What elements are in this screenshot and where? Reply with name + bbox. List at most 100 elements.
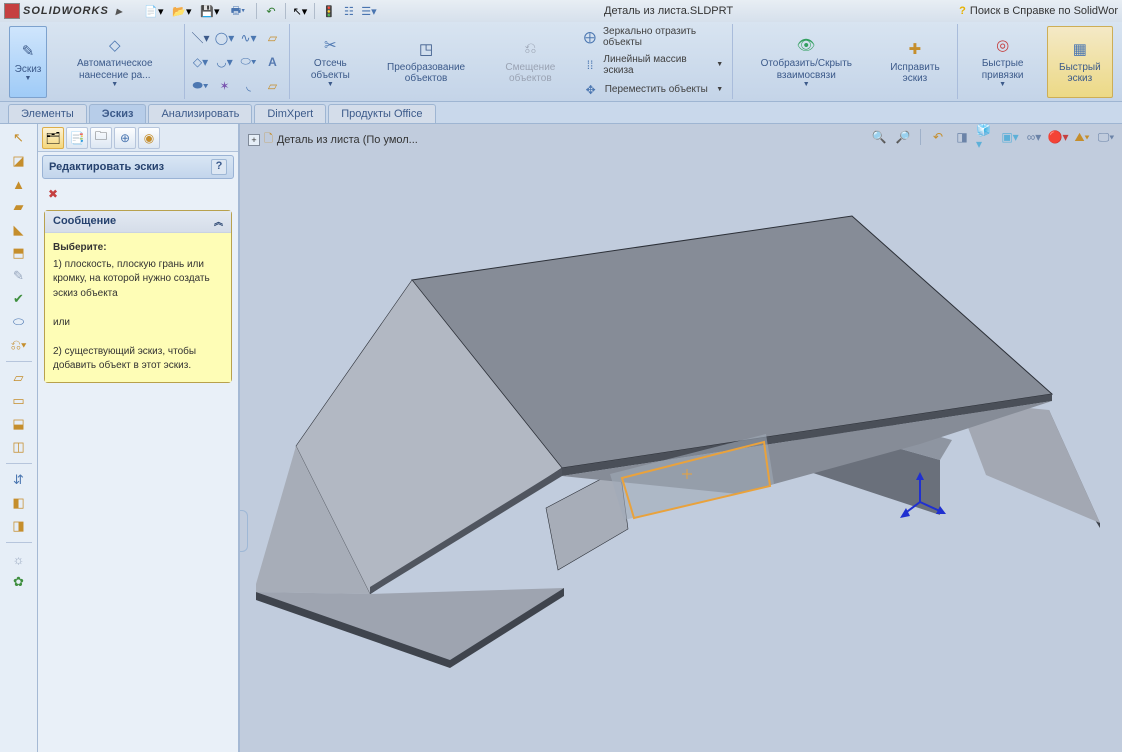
trim-button[interactable]: ✂ Отсечь объекты ▼ <box>295 26 367 98</box>
app-name: SOLIDWORKS <box>23 5 109 17</box>
sketch-button[interactable]: ✎ Эскиз ▼ <box>9 26 47 98</box>
fm-header-label: Редактировать эскиз <box>49 161 164 173</box>
toolbar-separator <box>6 361 32 362</box>
undo-button[interactable]: ↶ <box>262 2 280 20</box>
qat-separator <box>256 3 257 19</box>
polygon-icon[interactable]: ◇▾ <box>190 51 212 73</box>
feature6-icon[interactable]: ✎ <box>9 266 29 286</box>
fm-tabs: 🗂 📑 🗀 ⊕ ◉ <box>38 124 238 152</box>
feature4-icon[interactable]: ◣ <box>9 220 29 240</box>
arc-icon[interactable]: ◡▾ <box>214 51 236 73</box>
sketch-icon: ✎ <box>18 41 38 61</box>
feature18-icon[interactable]: ✿ <box>9 572 29 592</box>
options-button[interactable]: ☷ <box>340 2 358 20</box>
print-button[interactable]: 🖶▾ <box>225 2 251 20</box>
feature13-icon[interactable]: ◫ <box>9 437 29 457</box>
trim-icon: ✂ <box>320 35 340 55</box>
app-logo[interactable]: SOLIDWORKS ▶ <box>4 3 123 19</box>
feature8-icon[interactable]: ⬭ <box>9 312 29 332</box>
move-button[interactable]: ✥Переместить объекты▼ <box>579 80 728 100</box>
ribbon-group-relations: 👁 Отобразить/Скрыть взаимосвязи ▼ ✚ Испр… <box>733 24 957 99</box>
slot-icon[interactable]: ⬬▾ <box>190 75 212 97</box>
solidworks-icon <box>4 3 20 19</box>
command-manager-tabs: Элементы Эскиз Анализировать DimXpert Пр… <box>0 102 1122 124</box>
text-icon[interactable]: A <box>262 51 284 73</box>
cancel-button[interactable]: ✖ <box>44 185 62 203</box>
circle-icon[interactable]: ◯▾ <box>214 27 236 49</box>
fm-panel-header: Редактировать эскиз ? <box>42 155 234 179</box>
settings-button[interactable]: ☰▾ <box>360 2 378 20</box>
tab-office[interactable]: Продукты Office <box>328 104 435 123</box>
qat-separator <box>285 3 286 19</box>
feature15-icon[interactable]: ◧ <box>9 493 29 513</box>
feature1-icon[interactable]: ◪ <box>9 151 29 171</box>
rapid-sketch-button[interactable]: ▦ Быстрый эскиз <box>1047 26 1113 98</box>
fillet-icon[interactable]: ◟ <box>238 75 260 97</box>
new-document-button[interactable]: 📄▾ <box>141 2 167 20</box>
select-tool-icon[interactable]: ↖ <box>9 128 29 148</box>
plane-icon[interactable]: ▱ <box>262 75 284 97</box>
qat-separator <box>314 3 315 19</box>
convert-icon: ◳ <box>416 39 436 59</box>
fm-tab-display-icon[interactable]: ◉ <box>138 127 160 149</box>
feature5-icon[interactable]: ⬒ <box>9 243 29 263</box>
point-icon[interactable]: ✶ <box>214 75 236 97</box>
smart-dimension-button[interactable]: ◇ Автоматическое нанесение ра... ▼ <box>51 26 179 98</box>
spline-icon[interactable]: ∿▾ <box>238 27 260 49</box>
ellipse-icon[interactable]: ⬭▾ <box>238 51 260 73</box>
open-document-button[interactable]: 📂▾ <box>169 2 195 20</box>
mirror-icon: ⨁ <box>583 29 597 45</box>
feature16-icon[interactable]: ◨ <box>9 516 29 536</box>
feature10-icon[interactable]: ▱ <box>9 368 29 388</box>
offset-button[interactable]: ⎌ Смещение объектов <box>486 26 575 98</box>
rectangle-icon[interactable]: ▱ <box>262 27 284 49</box>
feature9-icon[interactable]: ⎌▾ <box>9 335 29 355</box>
move-icon: ✥ <box>583 82 599 98</box>
repair-sketch-button[interactable]: ✚ Исправить эскиз <box>878 26 951 98</box>
tab-evaluate[interactable]: Анализировать <box>148 104 252 123</box>
title-bar: SOLIDWORKS ▶ 📄▾ 📂▾ 💾▾ 🖶▾ ↶ ↖▾ 🚦 ☷ ☰▾ Дет… <box>0 0 1122 22</box>
feature14-icon[interactable]: ⇵ <box>9 470 29 490</box>
sketch-entity-grid: ＼▾ ◯▾ ∿▾ ▱ ◇▾ ◡▾ ⬭▾ A ⬬▾ ✶ ◟ ▱ <box>190 27 284 97</box>
convert-button[interactable]: ◳ Преобразование объектов <box>370 26 482 98</box>
fm-tab-config-icon[interactable]: 🗀 <box>90 127 112 149</box>
display-relations-button[interactable]: 👁 Отобразить/Скрыть взаимосвязи ▼ <box>738 26 874 98</box>
linear-pattern-icon: ⁞⁞ <box>583 57 598 73</box>
line-icon[interactable]: ＼▾ <box>190 27 212 49</box>
toolbar-separator <box>6 463 32 464</box>
help-search[interactable]: ? Поиск в Справке по SolidWor <box>959 5 1118 17</box>
tab-features[interactable]: Элементы <box>8 104 87 123</box>
mirror-button[interactable]: ⨁Зеркально отразить объекты <box>579 24 728 50</box>
ribbon: ✎ Эскиз ▼ ◇ Автоматическое нанесение ра.… <box>0 22 1122 102</box>
fm-tab-dimxpert-icon[interactable]: ⊕ <box>114 127 136 149</box>
quick-snaps-button[interactable]: ◎ Быстрые привязки ▼ <box>963 26 1043 98</box>
app-menu-arrow-icon[interactable]: ▶ <box>116 7 123 16</box>
collapse-icon[interactable]: ︽ <box>214 215 223 228</box>
feature11-icon[interactable]: ▭ <box>9 391 29 411</box>
workspace: ↖ ◪ ▲ ▰ ◣ ⬒ ✎ ✔ ⬭ ⎌▾ ▱ ▭ ⬓ ◫ ⇵ ◧ ◨ ☼ ✿ 🗂… <box>0 124 1122 752</box>
rebuild-button[interactable]: 🚦 <box>320 2 338 20</box>
graphics-viewport[interactable]: + 🗋 Деталь из листа (По умол... 🔍 🔎 ↶ ◨ … <box>240 124 1122 752</box>
fm-tab-tree-icon[interactable]: 🗂 <box>42 127 64 149</box>
ribbon-group-entities: ＼▾ ◯▾ ∿▾ ▱ ◇▾ ◡▾ ⬭▾ A ⬬▾ ✶ ◟ ▱ <box>185 24 290 99</box>
ribbon-group-snaps: ◎ Быстрые привязки ▼ ▦ Быстрый эскиз <box>958 24 1118 99</box>
ribbon-group-tools: ✂ Отсечь объекты ▼ ◳ Преобразование объе… <box>290 24 734 99</box>
search-label: Поиск в Справке по SolidWor <box>970 5 1118 17</box>
fm-action-row: ✖ <box>38 182 238 206</box>
snaps-icon: ◎ <box>993 35 1013 55</box>
tab-sketch[interactable]: Эскиз <box>89 104 147 123</box>
part-render <box>240 124 1122 752</box>
feature17-icon[interactable]: ☼ <box>9 549 29 569</box>
feature12-icon[interactable]: ⬓ <box>9 414 29 434</box>
feature3-icon[interactable]: ▰ <box>9 197 29 217</box>
help-button[interactable]: ? <box>211 159 227 175</box>
toolbar-separator <box>6 542 32 543</box>
select-button[interactable]: ↖▾ <box>291 2 309 20</box>
feature2-icon[interactable]: ▲ <box>9 174 29 194</box>
feature7-icon[interactable]: ✔ <box>9 289 29 309</box>
fm-tab-property-icon[interactable]: 📑 <box>66 127 88 149</box>
linear-pattern-button[interactable]: ⁞⁞Линейный массив эскиза▼ <box>579 52 728 78</box>
tab-dimxpert[interactable]: DimXpert <box>254 104 326 123</box>
message-header[interactable]: Сообщение ︽ <box>45 211 231 233</box>
save-button[interactable]: 💾▾ <box>197 2 223 20</box>
